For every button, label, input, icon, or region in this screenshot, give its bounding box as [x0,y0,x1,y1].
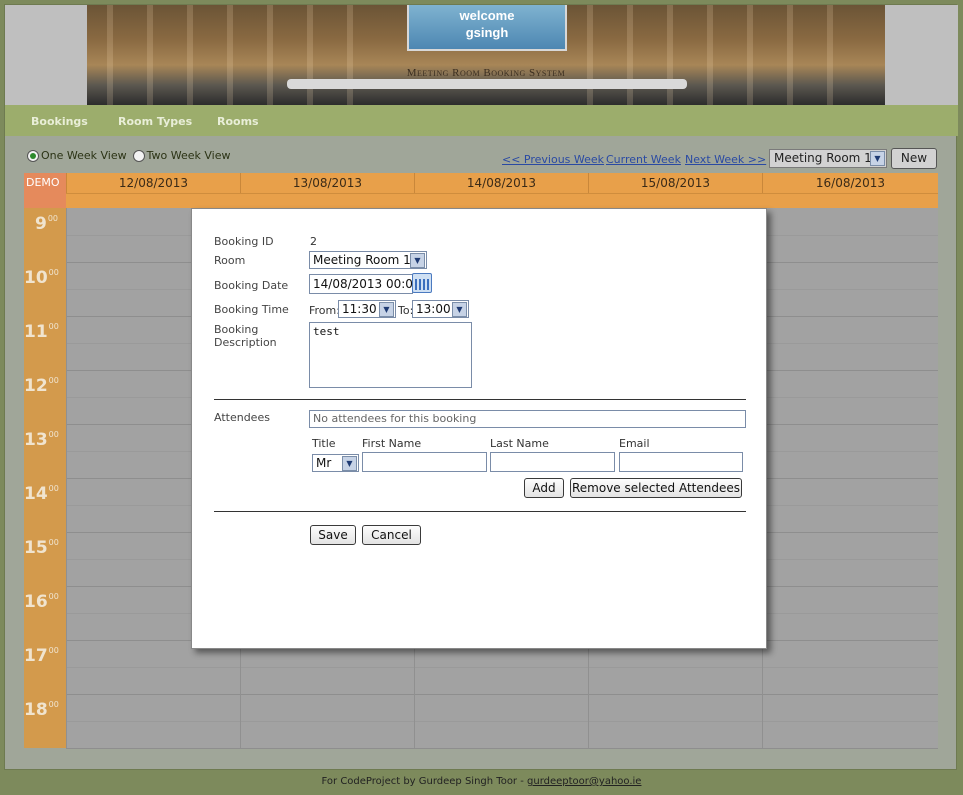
from-label: From: [309,304,340,317]
cancel-button[interactable]: Cancel [362,525,421,545]
hour-label: 1400 [24,484,59,504]
title-select[interactable]: Mr ▼ [312,454,359,472]
chevron-down-icon[interactable]: ▼ [870,151,885,166]
nav-room-types[interactable]: Room Types [118,115,192,128]
remove-attendees-button[interactable]: Remove selected Attendees [570,478,742,498]
calendar-corner-label: DEMO [24,173,66,208]
grid-row-line [66,721,938,722]
two-week-view-option[interactable]: Two Week View [132,149,231,162]
last-name-input[interactable] [490,452,615,472]
room-dropdown[interactable]: Meeting Room 1 ▼ [309,251,427,269]
footer-email-link[interactable]: gurdeeptoor@yahoo.ie [527,776,641,787]
room-label: Room [214,254,246,267]
calendar-icon[interactable] [412,273,432,293]
hour-label: 1600 [24,592,59,612]
hour-label: 1100 [24,322,59,342]
grid-row-line [66,748,938,749]
title-column-header: Title [312,437,336,450]
room-select-value: Meeting Room 1 [774,151,872,165]
chevron-down-icon[interactable]: ▼ [342,456,357,471]
radio-icon[interactable] [27,150,39,162]
first-name-column-header: First Name [362,437,422,450]
username: gsingh [465,25,509,40]
chevron-down-icon[interactable]: ▼ [379,302,394,317]
one-week-view-option[interactable]: One Week View [27,149,127,162]
day-header: 12/08/2013 [66,173,240,193]
chevron-down-icon[interactable]: ▼ [410,253,425,268]
radio-icon[interactable] [132,150,145,162]
nav-rooms[interactable]: Rooms [217,115,259,128]
booking-date-input[interactable]: 14/08/2013 00:00:00 [309,274,413,294]
from-time-select[interactable]: 11:30 ▼ [338,300,396,318]
attendees-label: Attendees [214,411,270,424]
add-attendee-button[interactable]: Add [524,478,564,498]
header-banner: welcome gsingh Meeting Room Booking Syst… [5,5,958,105]
day-header: 13/08/2013 [240,173,414,193]
day-subheader [66,193,938,208]
room-dropdown-value: Meeting Room 1 [313,253,411,267]
grid-row-line [66,667,938,668]
one-week-view-label: One Week View [41,149,127,162]
divider [214,399,746,400]
hour-label: 1500 [24,538,59,558]
to-label: To: [398,304,414,317]
description-textarea[interactable]: test [309,322,472,388]
from-time-value: 11:30 [342,302,377,316]
email-input[interactable] [619,452,743,472]
footer: For CodeProject by Gurdeep Singh Toor - … [0,776,963,787]
description-label-line2: Description [214,336,277,349]
booking-id-label: Booking ID [214,235,274,248]
next-week-link[interactable]: Next Week >> [685,153,766,166]
previous-week-link[interactable]: << Previous Week [502,153,604,166]
booking-time-label: Booking Time [214,303,289,316]
hour-label: 1700 [24,646,59,666]
grid-column-line [66,208,67,748]
day-header: 16/08/2013 [762,173,938,193]
to-time-value: 13:00 [416,302,451,316]
booking-id-value: 2 [310,235,317,248]
divider [214,511,746,512]
room-select[interactable]: Meeting Room 1 ▼ [769,149,887,168]
to-time-select[interactable]: 13:00 ▼ [412,300,469,318]
welcome-text: welcome [459,8,515,23]
view-options: One Week View Two Week View [27,149,231,162]
hour-column: 900 1000 1100 1200 1300 1400 1500 1600 1… [24,208,66,748]
description-value: test [313,325,340,338]
day-header: 15/08/2013 [588,173,762,193]
hour-label: 1000 [24,268,59,288]
booking-dialog: Booking ID 2 Room Meeting Room 1 ▼ Booki… [191,208,767,649]
welcome-message: welcome gsingh [407,7,567,41]
save-button[interactable]: Save [310,525,356,545]
new-booking-button[interactable]: New [891,148,937,169]
two-week-view-label: Two Week View [146,149,231,162]
nav-bookings[interactable]: Bookings [31,115,88,128]
last-name-column-header: Last Name [490,437,549,450]
day-header: 14/08/2013 [414,173,588,193]
hour-label: 1300 [24,430,59,450]
hour-label: 1800 [24,700,59,720]
booking-date-label: Booking Date [214,279,289,292]
banner-table [287,79,687,89]
first-name-input[interactable] [362,452,487,472]
hour-label: 1200 [24,376,59,396]
title-select-value: Mr [316,456,332,470]
description-label-line1: Booking [214,323,259,336]
current-week-link[interactable]: Current Week [606,153,681,166]
booking-date-value: 14/08/2013 00:00:00 [313,277,413,291]
hour-label: 900 [34,214,58,234]
chevron-down-icon[interactable]: ▼ [452,302,467,317]
footer-text: For CodeProject by Gurdeep Singh Toor - [321,776,528,787]
system-title: Meeting Room Booking System [406,67,566,79]
main-nav: Bookings Room Types Rooms [5,105,958,136]
grid-row-line [66,694,938,695]
attendees-empty-text: No attendees for this booking [313,412,477,425]
attendees-list: No attendees for this booking [309,410,746,428]
email-column-header: Email [619,437,650,450]
banner-image: welcome gsingh Meeting Room Booking Syst… [87,5,885,105]
